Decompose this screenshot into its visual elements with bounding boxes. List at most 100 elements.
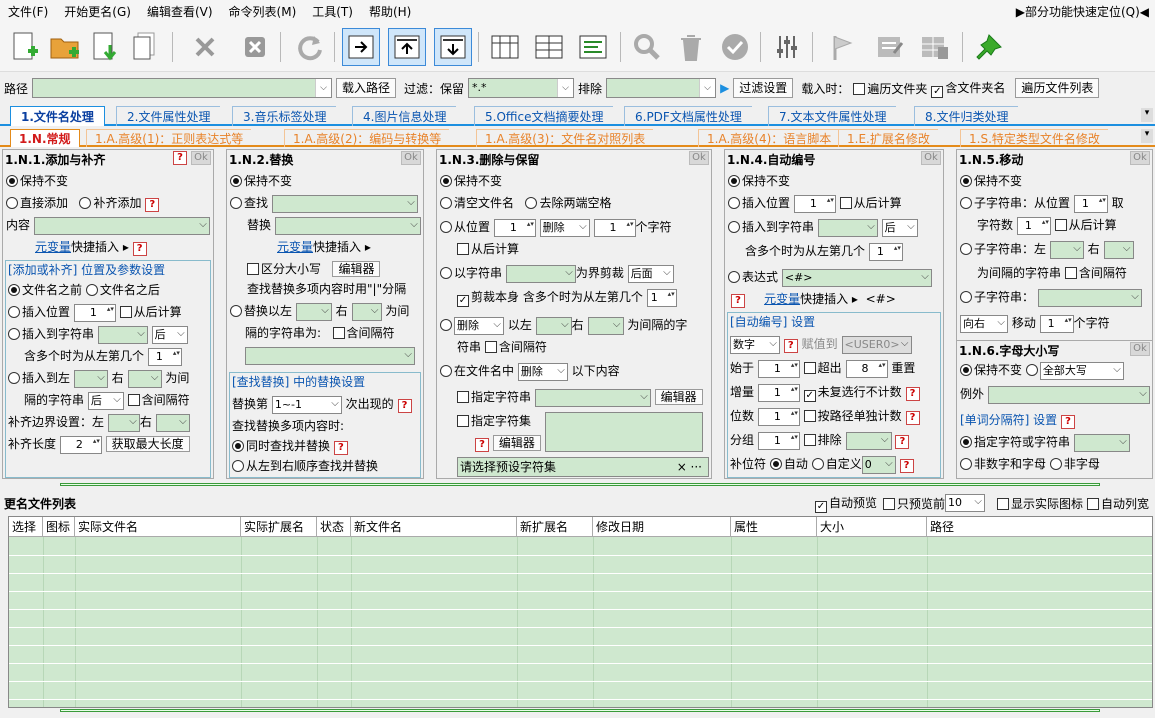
- menu-rename[interactable]: 开始更名(G): [56, 0, 139, 24]
- edit-list-icon[interactable]: [872, 28, 910, 66]
- no-repeat-checkbox[interactable]: ✓ 未复选行不计数: [803, 385, 902, 402]
- col-status[interactable]: 状态: [317, 517, 351, 537]
- cut-self-checkbox[interactable]: ✓ 剪裁本身: [457, 290, 519, 307]
- preset-combo[interactable]: 请选择预设字符集 × ···: [457, 457, 709, 477]
- from-end-checkbox[interactable]: 从后计算: [457, 240, 519, 258]
- clear-list-icon[interactable]: [236, 28, 274, 66]
- sub-combo[interactable]: [1037, 288, 1142, 307]
- check-icon[interactable]: [716, 28, 754, 66]
- case-combo[interactable]: 全部大写: [1039, 361, 1124, 380]
- panel-splitter[interactable]: [60, 483, 1100, 486]
- keep-radio[interactable]: 保持不变: [230, 172, 292, 190]
- case-checkbox[interactable]: 区分大小写: [247, 262, 321, 276]
- help-icon[interactable]: ?: [475, 438, 489, 452]
- filter-combo[interactable]: *.* ⌵: [468, 78, 575, 98]
- col-path[interactable]: 路径: [927, 517, 1152, 537]
- from-pos-spin[interactable]: 1: [493, 218, 536, 237]
- help-icon[interactable]: ?: [731, 294, 745, 308]
- include-gap-checkbox[interactable]: 含间隔符: [127, 393, 190, 407]
- flag-icon[interactable]: [824, 28, 862, 66]
- replace-lr-radio[interactable]: 替换以左: [230, 304, 292, 318]
- user-combo[interactable]: <USER0>: [841, 335, 912, 354]
- help-icon[interactable]: ?: [397, 399, 412, 413]
- sliders-icon[interactable]: [768, 28, 806, 66]
- tab-office[interactable]: 5.Office文档摘要处理: [474, 106, 614, 126]
- pad-left-combo[interactable]: [107, 413, 140, 432]
- insert-str-combo[interactable]: [97, 325, 148, 344]
- trim-radio[interactable]: 去除两端空格: [525, 196, 611, 210]
- direct-add-radio[interactable]: 直接添加: [6, 196, 68, 210]
- multi-spin[interactable]: 1: [868, 242, 903, 261]
- bottom-splitter[interactable]: [60, 709, 1100, 712]
- delete-combo[interactable]: 删除: [539, 218, 590, 237]
- right-combo[interactable]: [1103, 240, 1134, 259]
- spec-str-combo[interactable]: [534, 388, 651, 407]
- remove-icon[interactable]: [186, 28, 224, 66]
- spec-set-text[interactable]: [545, 412, 703, 452]
- find-combo[interactable]: [271, 194, 418, 213]
- pad-right-combo[interactable]: [155, 413, 190, 432]
- gap-combo[interactable]: [245, 346, 415, 365]
- tab-classify[interactable]: 8.文件归类处理: [914, 106, 1019, 126]
- insert-lr-radio[interactable]: 插入到左: [8, 371, 70, 385]
- insert-pos-radio[interactable]: 插入位置: [728, 196, 790, 210]
- insert-str-combo[interactable]: [817, 218, 878, 237]
- include-folder-checkbox[interactable]: ✓ 含文件夹名: [931, 79, 1005, 98]
- editor2-button[interactable]: 编辑器: [492, 435, 541, 451]
- simultaneous-radio[interactable]: 同时查找并替换: [232, 439, 330, 453]
- multi-spin[interactable]: 1: [646, 288, 677, 307]
- move-spin[interactable]: 1: [1039, 314, 1074, 333]
- metavar-link[interactable]: 元变量: [35, 240, 71, 254]
- menu-commands[interactable]: 命令列表(M): [221, 0, 305, 24]
- col-real-name[interactable]: 实际文件名: [75, 517, 241, 537]
- subtab-extension[interactable]: 1.E.扩展名修改: [838, 129, 938, 147]
- ok-button[interactable]: Ok: [191, 151, 211, 165]
- left-combo[interactable]: [295, 302, 332, 321]
- insert-str-radio[interactable]: 插入到字符串: [728, 220, 814, 234]
- split-down-icon[interactable]: [434, 28, 472, 66]
- include-gap-checkbox[interactable]: 含间隔符: [1064, 266, 1127, 280]
- non-letter-radio[interactable]: 非字母: [1049, 457, 1100, 471]
- col-select[interactable]: 选择: [9, 517, 43, 537]
- traverse-list-button[interactable]: 遍历文件列表: [1015, 78, 1100, 98]
- back2-combo[interactable]: 后: [87, 391, 124, 410]
- count-spin[interactable]: 1: [593, 218, 636, 237]
- find-radio[interactable]: 查找: [230, 196, 268, 210]
- sub-radio[interactable]: 子字符串：: [960, 290, 1034, 304]
- copy-list-icon[interactable]: [126, 28, 164, 66]
- help-icon[interactable]: ?: [905, 387, 920, 401]
- spec-str-checkbox[interactable]: 指定字符串: [457, 390, 531, 404]
- columns-icon[interactable]: [486, 28, 524, 66]
- back-combo[interactable]: 后: [151, 325, 188, 344]
- col-modified[interactable]: 修改日期: [593, 517, 731, 537]
- keep-radio[interactable]: 保持不变: [6, 172, 68, 190]
- file-grid[interactable]: 选择 图标 实际文件名 实际扩展名 状态 新文件名 新扩展名 修改日期 属性 大…: [8, 516, 1153, 708]
- except-field[interactable]: [987, 385, 1150, 404]
- get-max-len-button[interactable]: 获取最大长度: [105, 436, 190, 452]
- play-icon[interactable]: ▶: [720, 81, 729, 95]
- tab-pdf[interactable]: 6.PDF文档属性处理: [624, 106, 752, 126]
- include-gap-checkbox[interactable]: 含间隔符: [332, 326, 395, 340]
- group-spin[interactable]: 1: [757, 431, 800, 450]
- expr-combo[interactable]: <#>: [781, 268, 932, 287]
- split-right-icon[interactable]: [342, 28, 380, 66]
- from-end-checkbox[interactable]: 从后计算: [119, 305, 182, 319]
- right-combo[interactable]: [587, 316, 624, 335]
- spec-set-checkbox[interactable]: 指定字符集: [457, 412, 531, 430]
- help-icon[interactable]: ?: [905, 411, 920, 425]
- add-folder-icon[interactable]: [46, 28, 84, 66]
- menu-help[interactable]: 帮助(H): [361, 0, 419, 24]
- subtab-script[interactable]: 1.A.高级(4)：语言脚本: [698, 129, 840, 147]
- insert-pos-radio[interactable]: 插入位置: [8, 305, 70, 319]
- sub-from-radio[interactable]: 子字符串：从位置: [960, 196, 1070, 210]
- custom-field[interactable]: 0: [861, 455, 896, 474]
- ok-button[interactable]: Ok: [921, 151, 941, 165]
- content-combo[interactable]: [33, 216, 210, 235]
- step-spin[interactable]: 1: [757, 383, 800, 402]
- col-new-name[interactable]: 新文件名: [351, 517, 517, 537]
- refresh-icon[interactable]: [290, 28, 328, 66]
- left-combo[interactable]: [73, 369, 108, 388]
- direction-combo[interactable]: 向右: [960, 314, 1008, 333]
- from-end-checkbox[interactable]: 从后计算: [1054, 218, 1117, 232]
- trash-icon[interactable]: [672, 28, 710, 66]
